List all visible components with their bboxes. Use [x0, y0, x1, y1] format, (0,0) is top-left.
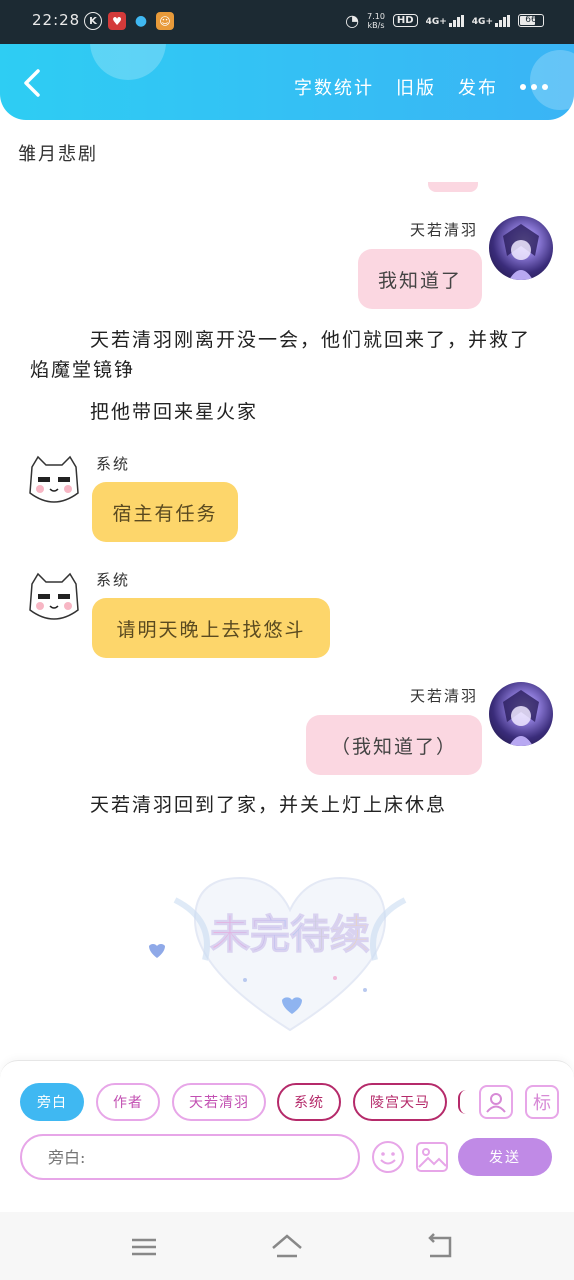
emoji-icon[interactable]: [371, 1140, 405, 1174]
menu-icon[interactable]: [126, 1232, 162, 1262]
more-icon[interactable]: [520, 84, 548, 90]
message-bubble[interactable]: 宿主有任务: [92, 482, 238, 542]
decor-bubble: [90, 44, 166, 80]
header-actions: 字数统计 旧版 发布: [294, 74, 548, 100]
svg-text:未完待续: 未完待续: [210, 911, 370, 958]
old-version-button[interactable]: 旧版: [396, 74, 436, 100]
tag-button[interactable]: 标: [525, 1085, 559, 1119]
publish-button[interactable]: 发布: [458, 74, 498, 100]
net-speed: 7.10 kB/s: [367, 11, 385, 30]
speaker-name: 系统: [96, 571, 131, 589]
narration-text[interactable]: 天若清羽回到了家，并关上灯上床休息: [90, 790, 447, 820]
story-title: 雏月悲剧: [18, 144, 98, 165]
game-app-icon: ♥: [108, 12, 126, 30]
signal-bars-icon: [448, 14, 464, 27]
message-bubble[interactable]: 我知道了: [358, 249, 482, 309]
word-count-button[interactable]: 字数统计: [294, 74, 374, 100]
hd-badge: HD: [392, 14, 418, 27]
narration-text[interactable]: 把他带回来星火家: [90, 397, 258, 427]
role-chip-tianruo[interactable]: 天若清羽: [172, 1083, 266, 1121]
role-chip-author[interactable]: 作者: [96, 1083, 160, 1121]
role-chip-narrator[interactable]: 旁白: [20, 1083, 84, 1121]
speaker-name: 系统: [96, 455, 131, 473]
system-nav-bar: [0, 1212, 574, 1280]
role-chip-overflow[interactable]: [458, 1090, 466, 1114]
message-bubble[interactable]: 请明天晚上去找悠斗: [92, 598, 330, 658]
character-avatar[interactable]: [489, 216, 553, 280]
signal-1: 4G+: [426, 14, 464, 27]
top-app-bar: 字数统计 旧版 发布: [0, 44, 574, 120]
cat-avatar[interactable]: [24, 453, 84, 513]
qq-icon: ●: [134, 13, 148, 29]
partial-message-bubble: [428, 182, 478, 192]
back-arrow-icon[interactable]: [20, 68, 44, 98]
add-character-button[interactable]: [479, 1085, 513, 1119]
to-be-continued-logo: 未完待续: [149, 876, 407, 1032]
avatar-app-icon: ☺: [156, 12, 174, 30]
speed-gauge-icon: ◔: [345, 11, 360, 30]
signal-bars-icon: [495, 14, 510, 27]
status-right: ◔ 7.10 kB/s HD 4G+ 4G+ 66: [345, 11, 544, 30]
home-icon[interactable]: [269, 1232, 305, 1262]
back-nav-icon[interactable]: [420, 1232, 456, 1262]
signal-2: 4G+: [472, 14, 510, 27]
message-input[interactable]: [20, 1134, 360, 1180]
role-chip-system[interactable]: 系统: [277, 1083, 341, 1121]
speaker-name: 天若清羽: [410, 687, 479, 705]
battery-icon: 66: [518, 14, 544, 27]
send-button[interactable]: 发送: [458, 1138, 552, 1176]
clock: 22:28: [32, 11, 81, 29]
person-icon: [486, 1093, 506, 1113]
character-avatar[interactable]: [489, 682, 553, 746]
status-bar: 22:28 K ♥ ● ☺ ◔ 7.10 kB/s HD 4G+ 4G+ 66: [0, 0, 574, 44]
cat-avatar[interactable]: [24, 570, 84, 630]
message-bubble[interactable]: （我知道了）: [306, 715, 482, 775]
role-chip-linggong[interactable]: 陵宫天马: [353, 1083, 447, 1121]
speaker-name: 天若清羽: [410, 221, 479, 239]
k-app-icon: K: [84, 12, 102, 30]
image-icon[interactable]: [415, 1141, 449, 1173]
narration-text[interactable]: 天若清羽刚离开没一会，他们就回来了，并救了焰魔堂镜铮: [30, 325, 550, 385]
